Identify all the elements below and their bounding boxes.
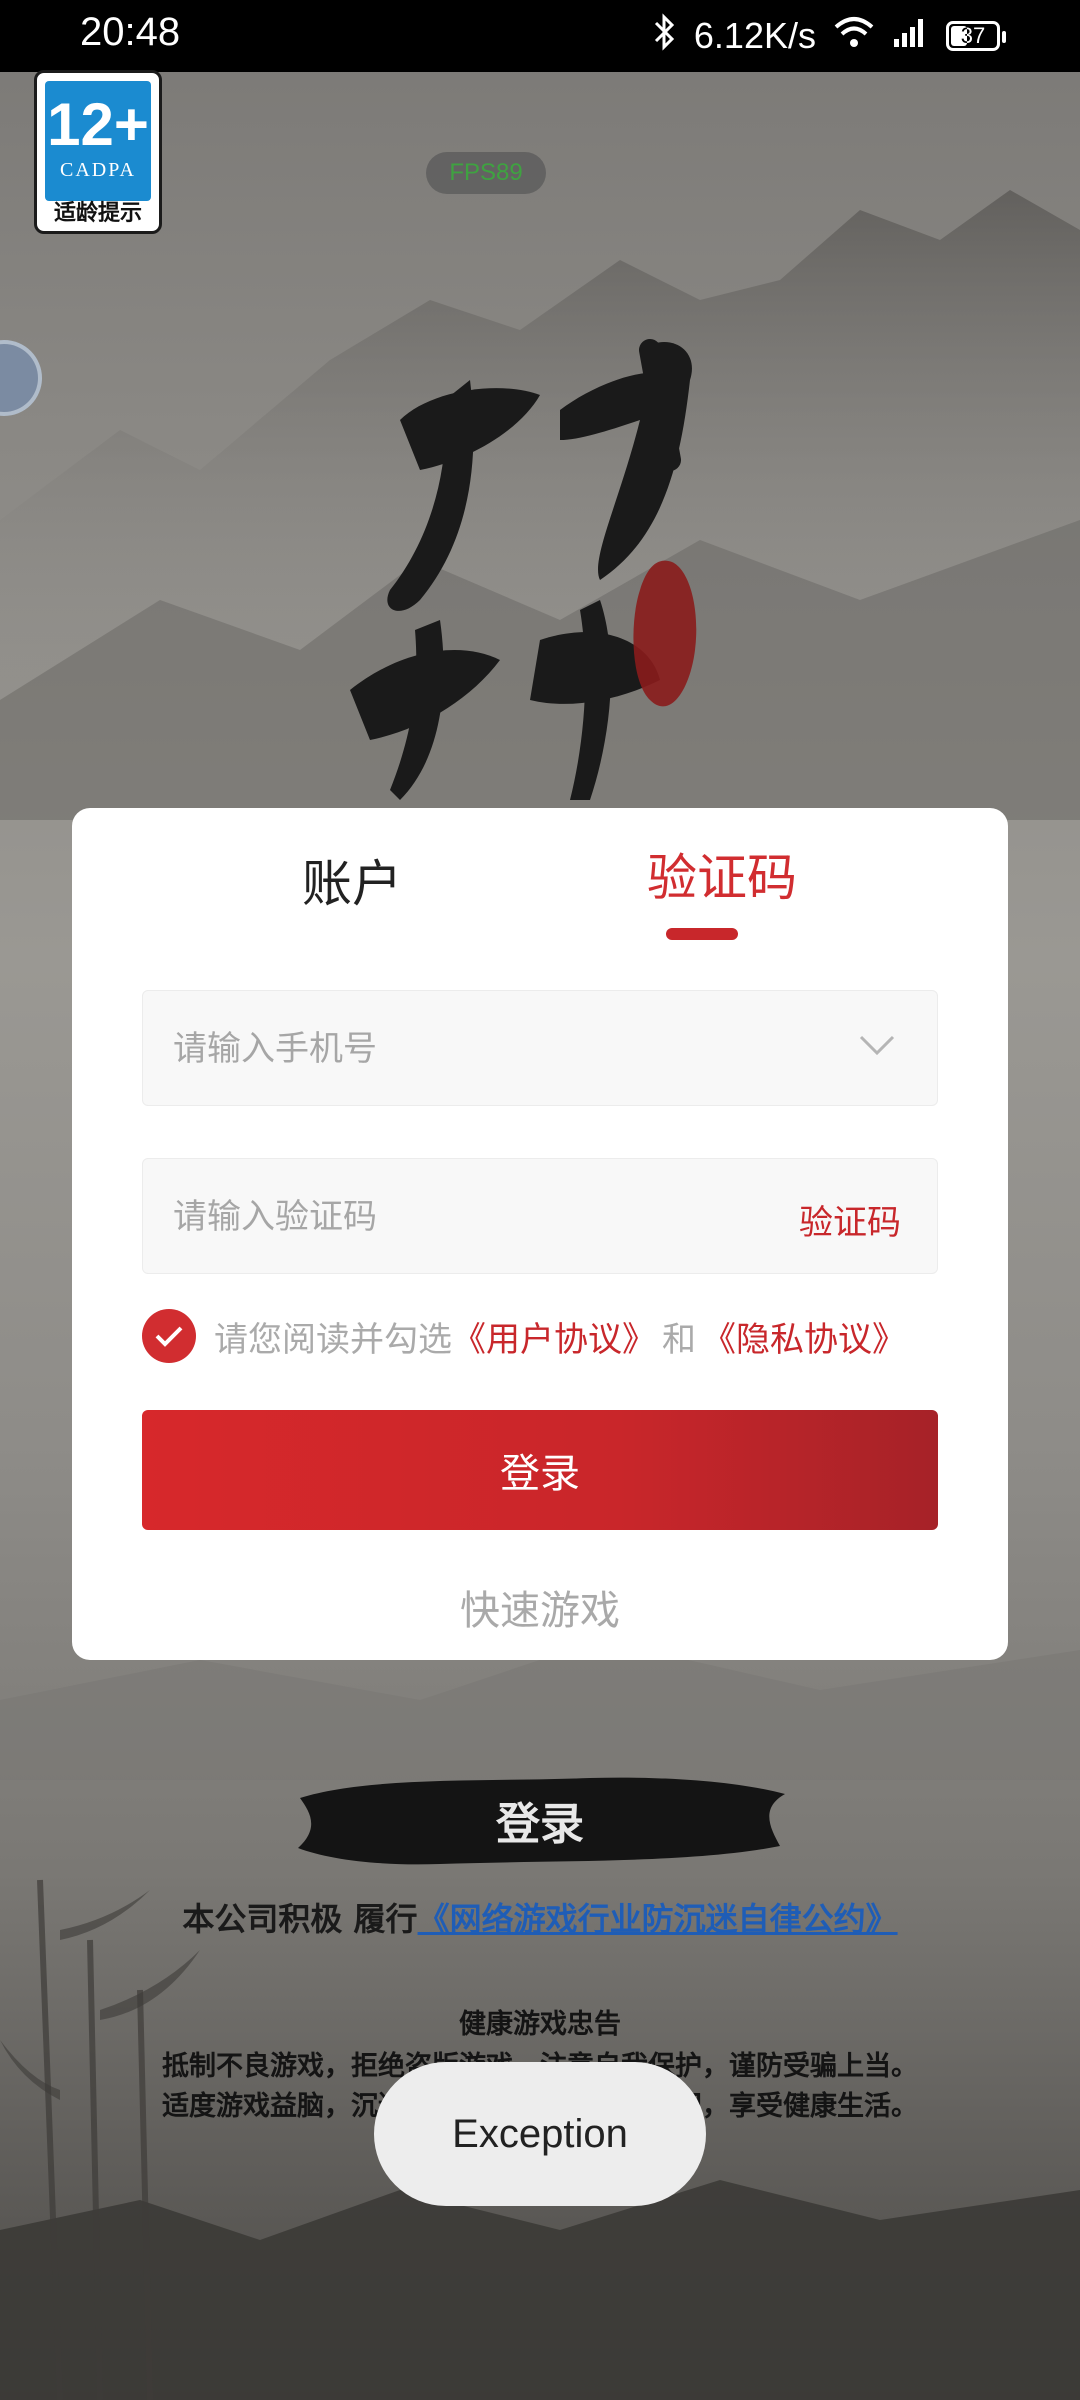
- tab-verification-code[interactable]: 验证码: [612, 838, 832, 910]
- phone-field: [142, 990, 938, 1107]
- agreement-prefix: 请您阅读并勾选: [214, 1319, 452, 1360]
- battery-level: 37: [960, 23, 986, 48]
- battery-icon: 37: [946, 21, 1006, 51]
- login-button[interactable]: 登录: [142, 1410, 938, 1530]
- age-org: CADPA: [60, 159, 136, 181]
- phone-input[interactable]: [171, 991, 775, 1107]
- anti-addiction-pledge: 本公司积极 履行《网络游戏行业防沉迷自律公约》: [0, 1894, 1080, 1940]
- chevron-down-icon[interactable]: [857, 1031, 897, 1061]
- tab-account[interactable]: 账户: [262, 844, 442, 916]
- main-login-label: 登录: [496, 1799, 584, 1850]
- health-notice-title: 健康游戏忠告: [459, 2009, 621, 2040]
- agreement-row: 请您阅读并勾选 《用户协议》 和 《隐私协议》: [142, 1308, 906, 1364]
- fps-counter: FPS89: [426, 152, 546, 194]
- agreement-checkbox[interactable]: [142, 1309, 196, 1363]
- main-login-button[interactable]: 登录: [290, 1768, 790, 1872]
- quick-play-button[interactable]: 快速游戏: [72, 1578, 1008, 1636]
- pledge-link[interactable]: 《网络游戏行业防沉迷自律公约》: [418, 1900, 898, 1938]
- age-rating-badge: 12+ CADPA 适龄提示: [34, 70, 162, 234]
- status-bar: 20:48 6.12K/s 37: [0, 0, 1080, 72]
- privacy-agreement-link[interactable]: 《隐私协议》: [702, 1312, 906, 1361]
- get-code-button[interactable]: 验证码: [799, 1195, 901, 1244]
- signal-4g-icon: [892, 15, 928, 58]
- status-icons: 6.12K/s 37: [652, 10, 1006, 62]
- agreement-and: 和: [662, 1319, 696, 1360]
- status-time: 20:48: [80, 10, 181, 54]
- network-speed: 6.12K/s: [693, 15, 816, 56]
- wifi-icon: [834, 15, 874, 58]
- code-field: 验证码: [142, 1158, 938, 1275]
- check-icon: [155, 1326, 183, 1347]
- age-caption: 适龄提示: [53, 201, 142, 226]
- pledge-prefix: 本公司积极 履行: [182, 1900, 418, 1938]
- age-rating: 12+: [47, 91, 149, 158]
- user-agreement-link[interactable]: 《用户协议》: [452, 1312, 656, 1361]
- active-tab-indicator: [666, 928, 738, 940]
- code-input[interactable]: [171, 1159, 775, 1275]
- login-card: 账户 验证码 验证码 请您阅读并勾选 《用户协议》 和 《隐私协议》 登录 快速…: [72, 808, 1008, 1660]
- exception-toast: Exception: [374, 2062, 706, 2206]
- bluetooth-icon: [652, 12, 676, 60]
